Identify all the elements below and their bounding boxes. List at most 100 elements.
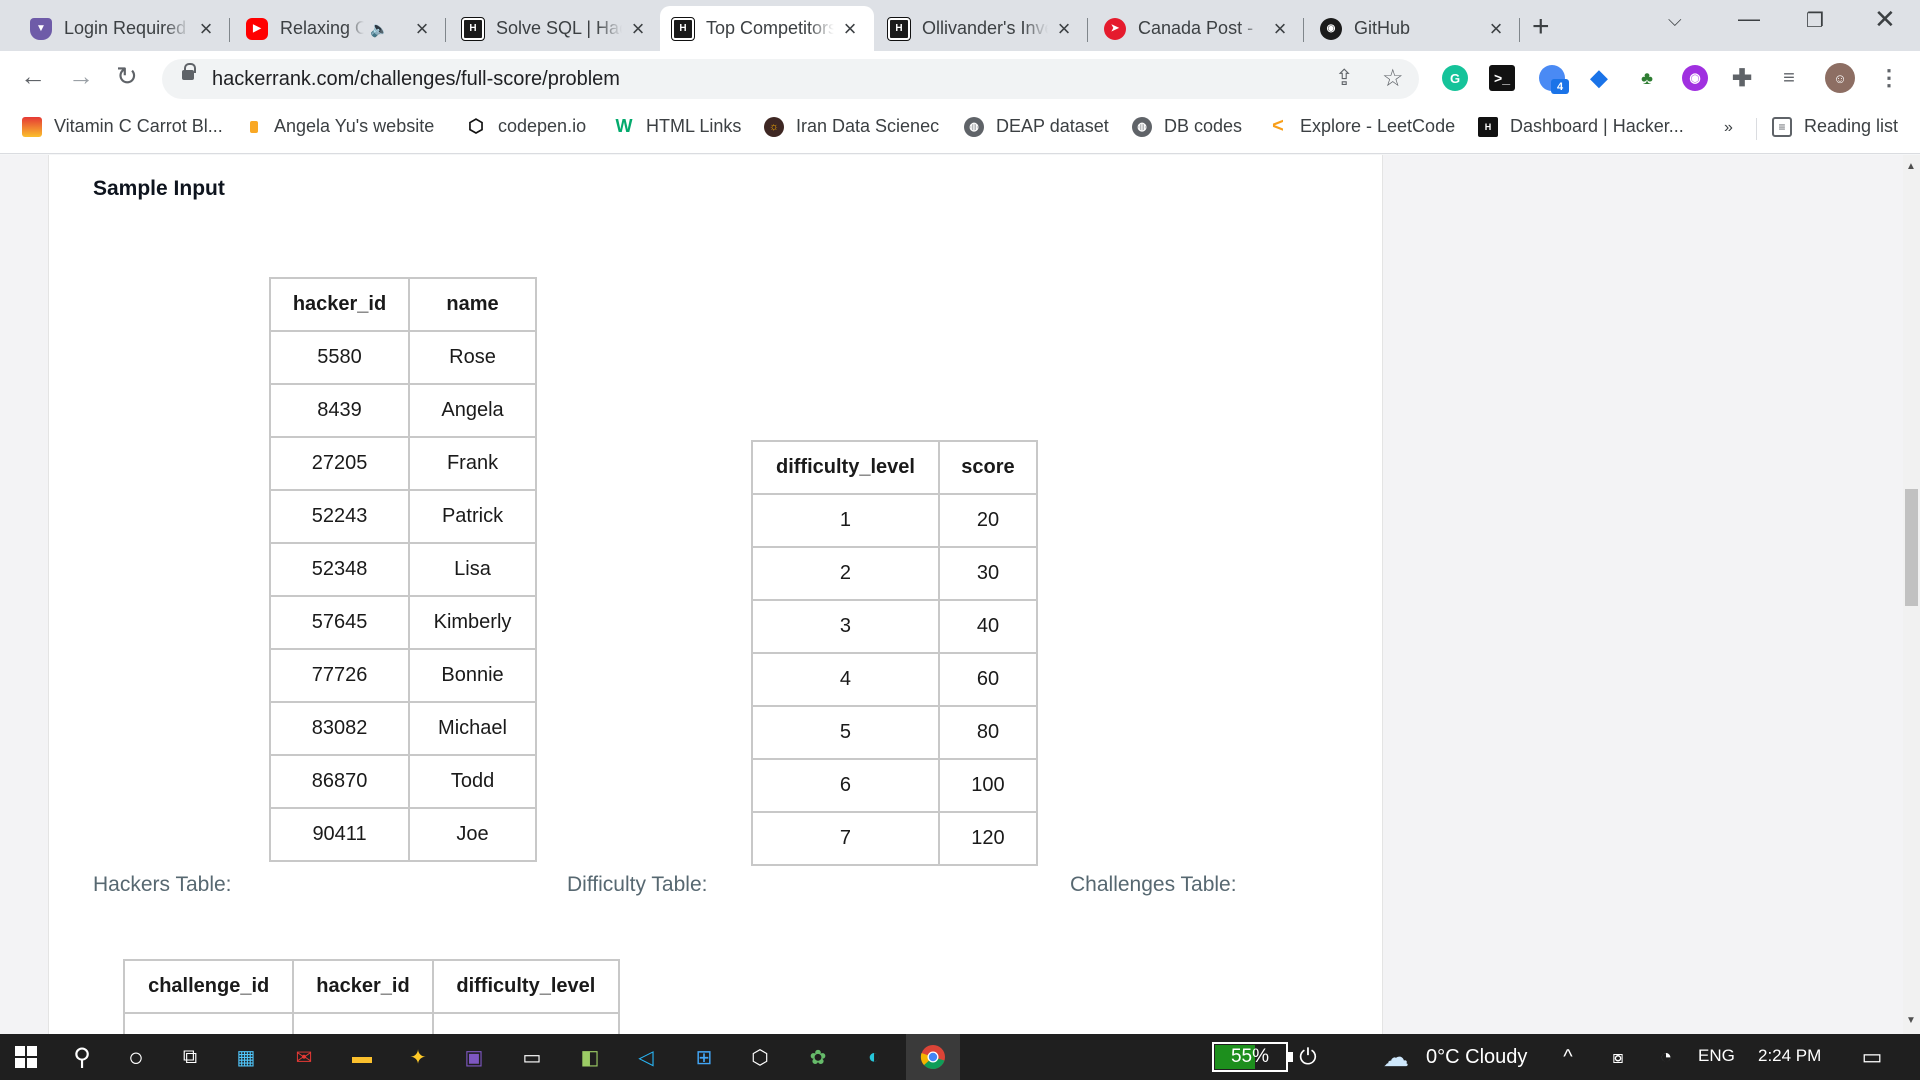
- tab-search-chevron-icon[interactable]: ⌵: [1668, 10, 1682, 31]
- windows-start-icon[interactable]: [12, 1043, 40, 1071]
- cloud-weather-icon[interactable]: ☁: [1378, 1042, 1414, 1072]
- bookmark-vitamin-c[interactable]: Vitamin C Carrot Bl...: [22, 116, 223, 137]
- bookmarks-overflow-button[interactable]: »: [1724, 119, 1733, 137]
- 3d-viewer-icon[interactable]: ⬡: [746, 1043, 774, 1071]
- page-scrollbar[interactable]: ▲ ▼: [1903, 155, 1920, 1034]
- grammarly-icon[interactable]: G: [1442, 65, 1468, 91]
- hackers-table: hacker_id name 5580 Rose 8439 Angela 27205 Fra…: [268, 277, 537, 862]
- address-bar[interactable]: hackerrank.com/challenges/full-score/pro…: [162, 59, 1419, 99]
- minimize-button[interactable]: —: [1738, 6, 1760, 32]
- close-tab-icon[interactable]: ×: [196, 16, 216, 42]
- close-tab-icon[interactable]: ×: [1054, 16, 1074, 42]
- bookmark-db-codes[interactable]: ◍ DB codes: [1132, 116, 1242, 137]
- media-control-icon[interactable]: ≡: [1776, 65, 1802, 91]
- close-tab-icon[interactable]: ×: [412, 16, 432, 42]
- battery-indicator[interactable]: 55%: [1212, 1042, 1293, 1072]
- tab-top-competitors[interactable]: H Top Competitors ×: [660, 6, 874, 51]
- chrome-icon[interactable]: [906, 1034, 960, 1080]
- weather-text[interactable]: 0°C Cloudy: [1426, 1046, 1527, 1069]
- leetcode-icon: <: [1272, 115, 1284, 137]
- power-plug-icon[interactable]: ⏻: [1294, 1043, 1322, 1071]
- tab-github[interactable]: ◉ GitHub ×: [1308, 6, 1520, 51]
- bookmark-angela-yu[interactable]: Angela Yu's website: [250, 116, 434, 137]
- profile-avatar[interactable]: ☺: [1825, 63, 1855, 93]
- close-tab-icon[interactable]: ×: [840, 16, 860, 42]
- table-cell: Joe: [408, 807, 537, 862]
- tab-solve-sql[interactable]: H Solve SQL | HackerRank ×: [450, 6, 662, 51]
- bookmark-dashboard-hackerrank[interactable]: H Dashboard | Hacker...: [1478, 116, 1684, 137]
- cortana-icon[interactable]: ○: [122, 1042, 150, 1072]
- tab-login-required[interactable]: ▼ Login Required ×: [18, 6, 230, 51]
- scroll-up-arrow-icon[interactable]: ▲: [1906, 161, 1916, 172]
- lock-icon[interactable]: [182, 63, 196, 80]
- bookmark-deap[interactable]: ◍ DEAP dataset: [964, 116, 1109, 137]
- column-header: name: [408, 277, 537, 332]
- close-tab-icon[interactable]: ×: [628, 16, 648, 42]
- chatgpt-app-icon[interactable]: ✿: [804, 1043, 832, 1071]
- table-row: 52348 Lisa: [268, 542, 537, 597]
- tab-canada-post[interactable]: ➤ Canada Post - ×: [1092, 6, 1304, 51]
- table-cell: 2: [751, 546, 940, 601]
- teams-app-icon[interactable]: ▣: [460, 1043, 488, 1071]
- notification-icon[interactable]: ▭: [1858, 1043, 1886, 1071]
- url-text[interactable]: hackerrank.com/challenges/full-score/pro…: [212, 68, 620, 91]
- close-window-button[interactable]: ✕: [1874, 4, 1896, 35]
- codepen-icon: ⬡: [468, 116, 484, 136]
- canada-post-icon: ➤: [1104, 17, 1126, 40]
- back-button[interactable]: ←: [20, 61, 46, 92]
- vscode-icon[interactable]: ◁: [632, 1043, 660, 1071]
- speaker-icon[interactable]: 🔈: [370, 20, 389, 38]
- table-cell: 52243: [268, 489, 411, 544]
- search-icon[interactable]: ⚲: [68, 1043, 96, 1071]
- html-tree-extension-icon[interactable]: ♣: [1634, 65, 1660, 91]
- new-tab-button[interactable]: +: [1532, 10, 1550, 44]
- wifi-icon[interactable]: ◔: [1652, 1043, 1680, 1071]
- bookmark-html-links[interactable]: W HTML Links: [614, 116, 742, 137]
- purple-extension-icon[interactable]: ◉: [1682, 65, 1708, 91]
- photo-app-icon[interactable]: ✦: [404, 1043, 432, 1071]
- task-view-icon[interactable]: ⧉: [176, 1043, 204, 1071]
- diamond-extension-icon[interactable]: ◆: [1586, 65, 1612, 91]
- table-cell: Bonnie: [408, 648, 537, 703]
- chevron-up-icon[interactable]: ^: [1554, 1043, 1582, 1071]
- battery-nub: [1288, 1052, 1293, 1062]
- language-indicator[interactable]: ENG: [1698, 1046, 1735, 1066]
- scrollbar-thumb[interactable]: [1905, 489, 1918, 606]
- table-row: 8439 Angela: [268, 383, 537, 438]
- restore-button[interactable]: ❐: [1806, 8, 1824, 33]
- pycharm-app-icon[interactable]: ◧: [576, 1043, 604, 1071]
- bookmark-codepen[interactable]: ⬡ codepen.io: [466, 116, 586, 137]
- difficulty-table: difficulty_level score 1 20 2 30 3 40 4 60 5 80 6 10…: [751, 440, 1039, 866]
- browser-toolbar: ← → ↻ hackerrank.com/challenges/full-sco…: [0, 51, 1920, 104]
- extensions-puzzle-icon[interactable]: ✚: [1729, 65, 1755, 92]
- bookmark-iran-data[interactable]: ☼ Iran Data Scienec: [764, 116, 939, 137]
- share-icon[interactable]: ⇪: [1335, 65, 1353, 91]
- terminal-app-icon[interactable]: ▭: [518, 1043, 546, 1071]
- tab-relaxing[interactable]: ▶ Relaxing Oasis 🔈 ×: [234, 6, 446, 51]
- table-cell: 100: [937, 758, 1039, 813]
- translate-extension-icon[interactable]: 4: [1539, 65, 1569, 94]
- forward-button[interactable]: →: [68, 61, 94, 92]
- calendar-app-icon[interactable]: ▦: [232, 1043, 260, 1071]
- network-app-icon[interactable]: ⊞: [690, 1043, 718, 1071]
- reload-button[interactable]: ↻: [116, 61, 138, 92]
- problem-card: Sample Input hacker_id name 5580 Rose 8439 A…: [48, 155, 1383, 1034]
- terminal-icon[interactable]: >_: [1489, 65, 1515, 91]
- table-cell: Michael: [408, 701, 537, 756]
- reading-list-button[interactable]: ≡ Reading list: [1772, 116, 1898, 137]
- menu-kebab-icon[interactable]: ⋮: [1876, 65, 1902, 91]
- edge-icon[interactable]: ◐: [860, 1043, 888, 1071]
- close-tab-icon[interactable]: ×: [1486, 16, 1506, 42]
- meet-now-icon[interactable]: ⧇: [1604, 1043, 1632, 1071]
- bookmark-star-icon[interactable]: ☆: [1382, 64, 1404, 93]
- close-tab-icon[interactable]: ×: [1270, 16, 1290, 42]
- scroll-down-arrow-icon[interactable]: ▼: [1906, 1015, 1916, 1026]
- file-explorer-icon[interactable]: ▬: [348, 1043, 376, 1071]
- column-header: hacker_id: [268, 277, 411, 332]
- table-cell: 57645: [268, 595, 411, 650]
- mail-app-icon[interactable]: ✉: [290, 1043, 318, 1071]
- clock-time[interactable]: 2:24 PM: [1758, 1046, 1821, 1066]
- bookmark-favicon-icon: ☼: [764, 116, 784, 137]
- bookmark-leetcode[interactable]: < Explore - LeetCode: [1268, 115, 1455, 137]
- tab-ollivanders[interactable]: H Ollivander's Inventory ×: [876, 6, 1088, 51]
